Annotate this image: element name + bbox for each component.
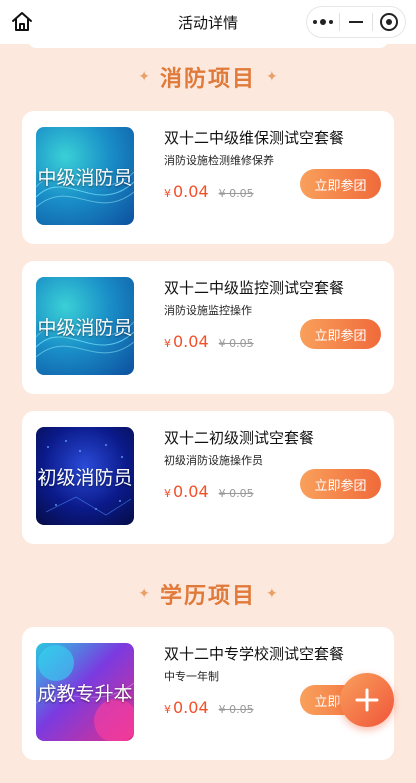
product-card[interactable]: 中级消防员 双十二中级维保测试空套餐 消防设施检测维修保养 ¥ 0.04 ¥ 0…: [22, 111, 394, 244]
current-price: 0.04: [173, 332, 209, 351]
thumbnail-label: 成教专升本: [37, 682, 133, 705]
product-thumbnail: 中级消防员: [36, 277, 134, 375]
join-group-button[interactable]: 立即参团: [300, 319, 381, 349]
price-row: ¥ 0.04 ¥ 0.05: [164, 698, 254, 717]
thumbnail-label: 初级消防员: [37, 466, 133, 489]
currency-symbol: ¥: [164, 337, 171, 350]
original-price: ¥ 0.05: [218, 187, 254, 200]
more-dots-icon[interactable]: [307, 7, 339, 37]
product-thumbnail: 中级消防员: [36, 127, 134, 225]
current-price: 0.04: [173, 182, 209, 201]
section-title: 学历项目: [159, 584, 256, 609]
product-card[interactable]: 成教专升本 双十二中专学校测试空套餐 中专一年制 ¥ 0.04 ¥ 0.05 立…: [22, 627, 394, 760]
thumbnail-label: 中级消防员: [37, 316, 133, 339]
product-thumbnail: 初级消防员: [36, 427, 134, 525]
target-close-icon[interactable]: [373, 7, 405, 37]
plus-icon: [355, 688, 379, 712]
product-subtitle: 消防设施监控操作: [164, 304, 252, 317]
add-floating-button[interactable]: [340, 673, 394, 727]
product-title: 双十二初级测试空套餐: [164, 429, 315, 447]
sparkle-icon: ✦: [138, 586, 150, 602]
product-subtitle: 消防设施检测维修保养: [164, 154, 274, 167]
previous-card-edge: [28, 40, 388, 48]
join-group-button[interactable]: 立即参团: [300, 469, 381, 499]
currency-symbol: ¥: [164, 187, 171, 200]
product-subtitle: 中专一年制: [164, 670, 219, 683]
price-row: ¥ 0.04 ¥ 0.05: [164, 182, 254, 201]
page-title: 活动详情: [177, 13, 238, 32]
capsule-menu: [306, 6, 406, 38]
sparkle-icon: ✦: [266, 586, 278, 602]
section-header-education: ✦ 学历项目 ✦: [0, 577, 416, 611]
current-price: 0.04: [173, 482, 209, 501]
original-price: ¥ 0.05: [218, 337, 254, 350]
minimize-icon[interactable]: [340, 7, 372, 37]
section-title: 消防项目: [159, 67, 256, 92]
sparkle-icon: ✦: [266, 69, 278, 85]
currency-symbol: ¥: [164, 487, 171, 500]
product-title: 双十二中级监控测试空套餐: [164, 279, 345, 297]
product-title: 双十二中级维保测试空套餐: [164, 129, 345, 147]
product-thumbnail: 成教专升本: [36, 643, 134, 741]
price-row: ¥ 0.04 ¥ 0.05: [164, 332, 254, 351]
current-price: 0.04: [173, 698, 209, 717]
price-row: ¥ 0.04 ¥ 0.05: [164, 482, 254, 501]
original-price: ¥ 0.05: [218, 487, 254, 500]
original-price: ¥ 0.05: [218, 703, 254, 716]
nav-bar: 活动详情: [0, 0, 416, 44]
section-header-fire: ✦ 消防项目 ✦: [0, 60, 416, 94]
product-card[interactable]: 中级消防员 双十二中级监控测试空套餐 消防设施监控操作 ¥ 0.04 ¥ 0.0…: [22, 261, 394, 394]
product-subtitle: 初级消防设施操作员: [164, 454, 263, 467]
thumbnail-label: 中级消防员: [37, 166, 133, 189]
product-title: 双十二中专学校测试空套餐: [164, 645, 345, 663]
join-group-button[interactable]: 立即参团: [300, 169, 381, 199]
product-card[interactable]: 初级消防员 双十二初级测试空套餐 初级消防设施操作员 ¥ 0.04 ¥ 0.05…: [22, 411, 394, 544]
currency-symbol: ¥: [164, 703, 171, 716]
sparkle-icon: ✦: [138, 69, 150, 85]
home-icon[interactable]: [8, 8, 36, 36]
